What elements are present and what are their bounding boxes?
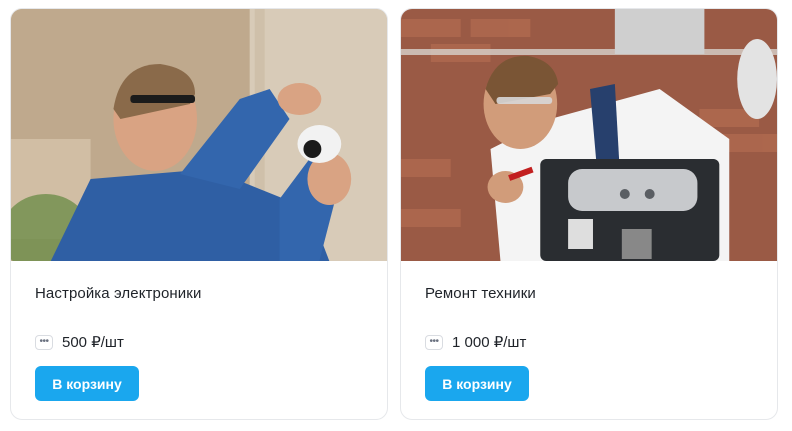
price-row: ••• 1 000 ₽/шт [425, 333, 526, 351]
product-image-technician-repairing-coffee-machine[interactable] [401, 9, 777, 261]
product-image-technician-installing-camera[interactable] [11, 9, 387, 261]
product-price: 500 ₽/шт [62, 334, 124, 351]
product-card[interactable]: Ремонт техники ••• 1 000 ₽/шт В корзину [400, 8, 778, 420]
ellipsis-icon: ••• [35, 334, 53, 350]
ellipsis-icon: ••• [425, 334, 443, 350]
add-to-cart-button[interactable]: В корзину [35, 366, 139, 401]
product-title[interactable]: Ремонт техники [425, 285, 536, 302]
product-price: 1 000 ₽/шт [452, 334, 527, 351]
product-photo [401, 9, 777, 261]
add-to-cart-button[interactable]: В корзину [425, 366, 529, 401]
product-title[interactable]: Настройка электроники [35, 285, 201, 302]
product-card[interactable]: Настройка электроники ••• 500 ₽/шт В кор… [10, 8, 388, 420]
product-photo [11, 9, 387, 261]
price-row: ••• 500 ₽/шт [35, 333, 124, 351]
